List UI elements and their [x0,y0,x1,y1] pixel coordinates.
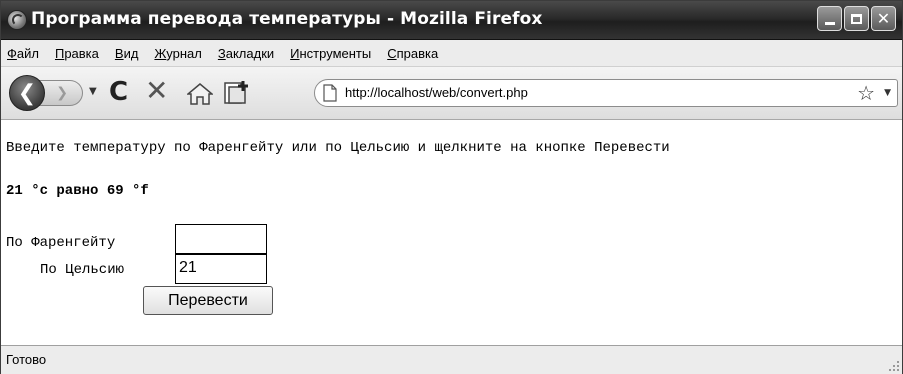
menu-tools[interactable]: Инструменты [282,46,379,61]
maximize-icon [851,13,862,24]
menu-bookmarks[interactable]: Закладки [210,46,282,61]
title-bar: Программа перевода температуры - Mozilla… [1,1,902,40]
instruction-text: Введите температуру по Фаренгейту или по… [6,140,670,156]
fahrenheit-label: По Фаренгейту [6,235,116,251]
history-dropdown-icon[interactable]: ▼ [89,86,97,97]
menu-history[interactable]: Журнал [146,46,209,61]
conversion-result: 21 °c равно 69 °f [6,183,149,199]
minimize-button[interactable] [817,6,842,31]
home-icon[interactable] [187,82,213,106]
celsius-input[interactable]: 21 [175,254,267,284]
stop-icon[interactable]: ✕ [145,77,168,105]
back-icon: ❮ [17,80,37,106]
page-content: Введите температуру по Фаренгейту или по… [1,120,902,345]
back-button[interactable]: ❮ [9,75,45,111]
convert-button[interactable]: Перевести [143,286,273,315]
menu-help[interactable]: Справка [379,46,446,61]
window-controls: ✕ [817,6,896,31]
page-icon [323,84,337,102]
address-bar[interactable]: http://localhost/web/convert.php ☆ ▼ [314,79,898,107]
window-title: Программа перевода температуры - Mozilla… [31,9,543,29]
navigation-toolbar: ❯ ❮ ▼ C ✕ http://localhost/web/convert.p… [1,67,902,120]
forward-icon: ❯ [56,85,68,101]
browser-window: Программа перевода температуры - Mozilla… [0,0,903,374]
bookmark-star-icon[interactable]: ☆ [857,81,875,105]
url-text[interactable]: http://localhost/web/convert.php [345,85,528,100]
status-text: Готово [6,352,47,367]
maximize-button[interactable] [844,6,869,31]
celsius-label: По Цельсию [40,262,125,278]
fahrenheit-input[interactable] [175,224,267,254]
menu-file[interactable]: Файл [1,46,47,61]
menu-bar: Файл Правка Вид Журнал Закладки Инструме… [1,40,902,67]
resize-grip-icon[interactable] [886,358,900,372]
minimize-icon [824,21,835,25]
firefox-logo-icon [7,10,27,30]
url-dropdown-icon[interactable]: ▼ [884,88,891,98]
close-button[interactable]: ✕ [871,6,896,31]
close-icon: ✕ [876,9,891,28]
status-bar: Готово [1,345,902,374]
menu-edit[interactable]: Правка [47,46,107,61]
menu-view[interactable]: Вид [107,46,147,61]
bookmark-add-icon[interactable] [223,79,251,107]
reload-icon[interactable]: C [109,79,128,105]
